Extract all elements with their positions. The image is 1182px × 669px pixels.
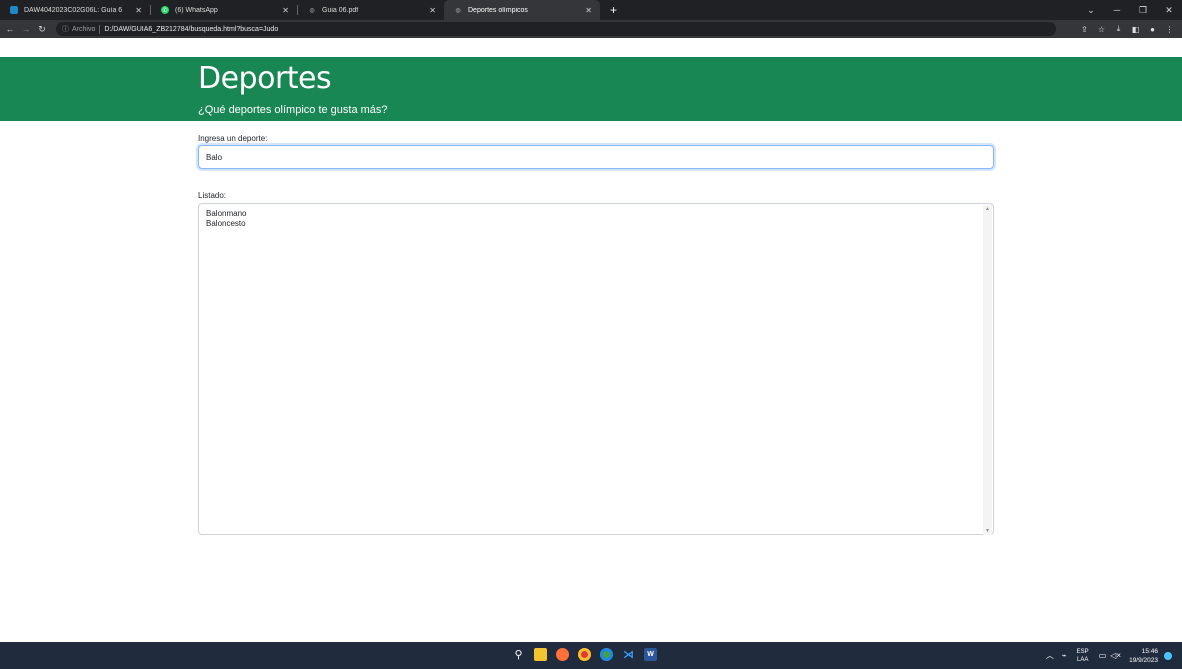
search-icon[interactable]: ⚲ xyxy=(512,648,525,661)
vscode-icon[interactable]: ⋊ xyxy=(622,648,635,661)
language-indicator[interactable]: ESP LAA xyxy=(1077,648,1089,664)
new-tab-button[interactable]: + xyxy=(610,3,617,17)
clock[interactable]: 15:46 19/9/2023 xyxy=(1129,647,1158,665)
language-code: ESP xyxy=(1076,648,1089,655)
sports-listbox[interactable]: Balonmano Baloncesto ▲ ▼ xyxy=(198,203,994,535)
file-explorer-icon[interactable] xyxy=(534,648,547,661)
back-icon[interactable]: ← xyxy=(2,24,18,34)
side-panel-icon[interactable]: ◧ xyxy=(1127,25,1144,34)
notification-icon[interactable] xyxy=(1164,651,1172,660)
bookmark-star-icon[interactable]: ☆ xyxy=(1093,25,1110,34)
address-divider xyxy=(99,24,101,34)
close-icon[interactable]: ✕ xyxy=(135,6,142,15)
word-icon[interactable]: W xyxy=(644,648,657,661)
address-url[interactable]: D:/DAW/GUIA6_ZB212784/busqueda.html?busc… xyxy=(104,26,278,33)
close-icon[interactable]: ✕ xyxy=(585,6,592,15)
network-icon[interactable]: ⌁ xyxy=(1062,651,1067,660)
globe-icon: ◎ xyxy=(309,7,315,14)
close-icon[interactable]: ✕ xyxy=(282,6,289,15)
page-header: Deportes ¿Qué deportes olímpico te gusta… xyxy=(0,57,1182,121)
profile-icon[interactable]: ● xyxy=(1144,25,1161,34)
menu-kebab-icon[interactable]: ⋮ xyxy=(1161,25,1178,34)
tab-daw-guia[interactable]: DAW4042023C02G06L: Guía 6 ✕ xyxy=(0,0,150,20)
windows-start-icon[interactable] xyxy=(490,648,503,661)
moodle-icon xyxy=(10,6,18,14)
list-item[interactable]: Balonmano xyxy=(206,209,993,219)
taskbar-apps: ⚲ ⋊ W xyxy=(490,648,657,661)
system-tray: ︿ ⌁ ESP LAA ▭ ◁× 15:46 19/9/2023 xyxy=(1038,642,1172,669)
scroll-down-icon[interactable]: ▼ xyxy=(983,528,992,534)
list-label: Listado: xyxy=(198,191,227,200)
window-controls: ⌄ ─ ❐ ✕ xyxy=(1078,0,1182,20)
page-subtitle: ¿Qué deportes olímpico te gusta más? xyxy=(198,104,388,116)
toolbar-actions: ⇪ ☆ ⤓ ◧ ● ⋮ xyxy=(1076,20,1178,38)
list-item[interactable]: Baloncesto xyxy=(206,219,993,229)
globe-icon: ◎ xyxy=(455,7,461,14)
tab-guia-pdf[interactable]: ◎ Guia 06.pdf ✕ xyxy=(298,0,444,20)
restore-icon[interactable]: ❐ xyxy=(1130,5,1156,16)
close-window-icon[interactable]: ✕ xyxy=(1156,5,1182,16)
clock-date: 19/9/2023 xyxy=(1129,656,1158,664)
forward-icon[interactable]: → xyxy=(18,24,34,34)
scroll-up-icon[interactable]: ▲ xyxy=(983,206,992,212)
tab-deportes-olimpicos[interactable]: ◎ Deportes olímpicos ✕ xyxy=(444,0,600,20)
tab-title: Guia 06.pdf xyxy=(322,6,359,14)
display-icon[interactable]: ▭ xyxy=(1099,651,1107,660)
page-title: Deportes xyxy=(198,61,332,96)
chevron-down-icon[interactable]: ⌄ xyxy=(1078,5,1104,16)
keyboard-layout: LAA xyxy=(1077,656,1089,663)
browser-tab-strip: DAW4042023C02G06L: Guía 6 ✕ ✆ (6) WhatsA… xyxy=(0,0,1182,20)
sport-search-input[interactable] xyxy=(198,145,994,169)
whatsapp-icon: ✆ xyxy=(161,6,169,14)
download-icon[interactable]: ⤓ xyxy=(1110,24,1127,34)
tray-chevron-up-icon[interactable]: ︿ xyxy=(1046,650,1054,661)
address-scheme-label: Archivo xyxy=(72,25,96,33)
browser-toolbar: ← → ↻ ⓘ Archivo D:/DAW/GUIA6_ZB212784/bu… xyxy=(0,20,1182,38)
volume-mute-icon[interactable]: ◁× xyxy=(1110,651,1121,660)
firefox-icon[interactable] xyxy=(556,648,569,661)
search-label: Ingresa un deporte: xyxy=(198,134,268,143)
chrome-alt-icon[interactable] xyxy=(600,648,613,661)
reload-icon[interactable]: ↻ xyxy=(34,24,50,35)
minimize-icon[interactable]: ─ xyxy=(1104,5,1130,15)
close-icon[interactable]: ✕ xyxy=(429,6,436,15)
share-icon[interactable]: ⇪ xyxy=(1076,25,1093,34)
windows-taskbar: ⚲ ⋊ W ︿ ⌁ ESP LAA ▭ ◁× 15:46 19/9/2023 xyxy=(0,642,1182,669)
clock-time: 15:46 xyxy=(1141,647,1158,655)
chrome-icon[interactable] xyxy=(578,648,591,661)
tab-title: (6) WhatsApp xyxy=(175,6,218,14)
tab-title: Deportes olímpicos xyxy=(468,6,528,14)
tab-whatsapp[interactable]: ✆ (6) WhatsApp ✕ xyxy=(151,0,297,20)
listbox-scrollbar[interactable]: ▲ ▼ xyxy=(983,205,992,535)
tab-title: DAW4042023C02G06L: Guía 6 xyxy=(24,6,123,14)
address-bar[interactable]: ⓘ Archivo D:/DAW/GUIA6_ZB212784/busqueda… xyxy=(56,22,1056,36)
info-icon[interactable]: ⓘ xyxy=(62,24,69,34)
